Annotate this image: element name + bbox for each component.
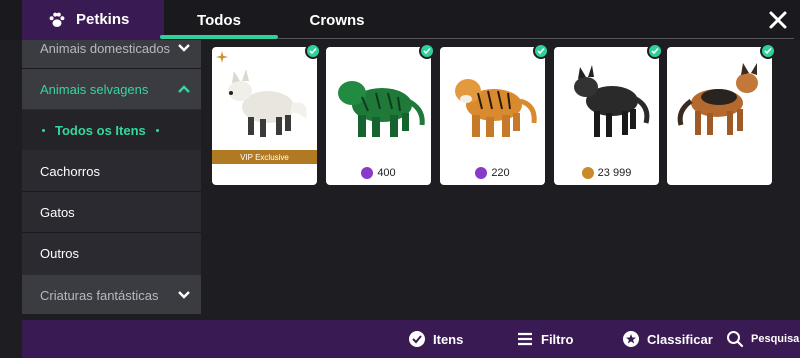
category-outros[interactable]: Outros <box>22 233 201 273</box>
filter-lines-icon <box>518 332 532 346</box>
filter-button[interactable]: Filtro <box>516 320 574 358</box>
item-card-white-fox[interactable]: VIP Exclusive <box>212 43 321 185</box>
items-label: Itens <box>433 331 464 347</box>
german-shepherd-image <box>677 63 758 135</box>
category-label: Cachorros <box>40 163 100 179</box>
close-icon[interactable] <box>766 8 790 32</box>
price-value: 23 999 <box>597 167 632 179</box>
brand-tab[interactable]: Petkins <box>22 0 164 40</box>
check-circle-icon <box>409 331 425 347</box>
green-tiger-image <box>338 81 425 137</box>
coin-icon <box>581 167 594 179</box>
bottom-toolbar: Itens Filtro Classificar Pesquisa <box>22 320 800 358</box>
search-label: Pesquisa <box>751 333 800 345</box>
owned-check-icon <box>533 43 549 59</box>
vip-exclusive-badge: VIP Exclusive <box>212 150 317 164</box>
bullet-dot <box>155 128 159 132</box>
category-cachorros[interactable]: Cachorros <box>22 151 201 191</box>
owned-check-icon <box>760 43 776 59</box>
search-icon <box>727 331 744 348</box>
category-animais-domesticados[interactable]: Animais domesticados <box>22 40 201 68</box>
star-circle-icon <box>623 331 639 347</box>
item-card-german-shepherd[interactable] <box>667 43 776 185</box>
category-criaturas-fantasticas[interactable]: Criaturas fantásticas <box>22 275 201 314</box>
category-sidebar: Animais domesticados Animais selvagens T… <box>22 40 201 314</box>
paw-icon <box>49 12 65 27</box>
gem-icon <box>361 167 374 179</box>
active-tab-indicator <box>160 35 278 39</box>
tab-todos[interactable]: Todos <box>160 0 278 40</box>
category-label: Criaturas fantásticas <box>40 287 159 303</box>
item-price: 400 <box>326 165 431 181</box>
bullet-dot <box>42 128 45 132</box>
price-value: 220 <box>491 167 510 179</box>
tab-crowns[interactable]: Crowns <box>278 0 396 40</box>
owned-check-icon <box>305 43 321 59</box>
sort-button[interactable]: Classificar <box>622 320 713 358</box>
category-gatos[interactable]: Gatos <box>22 192 201 232</box>
owned-check-icon <box>419 43 435 59</box>
subcategory-todos-os-itens[interactable]: Todos os Itens <box>22 110 201 150</box>
sort-label: Classificar <box>647 331 713 347</box>
top-bar: Petkins Todos Crowns <box>0 0 800 40</box>
white-fox-image <box>228 69 307 137</box>
item-price: 23 999 <box>554 165 659 181</box>
category-label: Animais domesticados <box>40 40 171 56</box>
owned-check-icon <box>647 43 663 59</box>
price-value: 400 <box>377 167 396 179</box>
subcategory-label: Todos os Itens <box>55 122 146 138</box>
category-label: Outros <box>40 245 80 261</box>
category-label: Gatos <box>40 204 75 220</box>
item-card-black-wolf[interactable]: 23 999 <box>554 43 663 185</box>
item-card-tiger[interactable]: 220 <box>440 43 549 185</box>
search-button[interactable]: Pesquisa <box>726 320 799 358</box>
black-wolf-image <box>574 65 650 137</box>
chevron-down-icon <box>178 291 190 299</box>
gem-icon <box>475 167 488 179</box>
items-button[interactable]: Itens <box>408 320 463 358</box>
item-card-green-tiger[interactable]: 400 <box>326 43 435 185</box>
filter-label: Filtro <box>541 331 574 347</box>
category-label: Animais selvagens <box>40 81 149 97</box>
item-price: 220 <box>440 165 545 181</box>
header-divider <box>278 38 794 39</box>
category-animais-selvagens[interactable]: Animais selvagens <box>22 69 201 109</box>
tiger-image <box>455 79 537 137</box>
brand-title: Petkins <box>76 11 130 28</box>
chevron-down-icon <box>178 44 190 52</box>
chevron-up-icon <box>178 85 190 93</box>
